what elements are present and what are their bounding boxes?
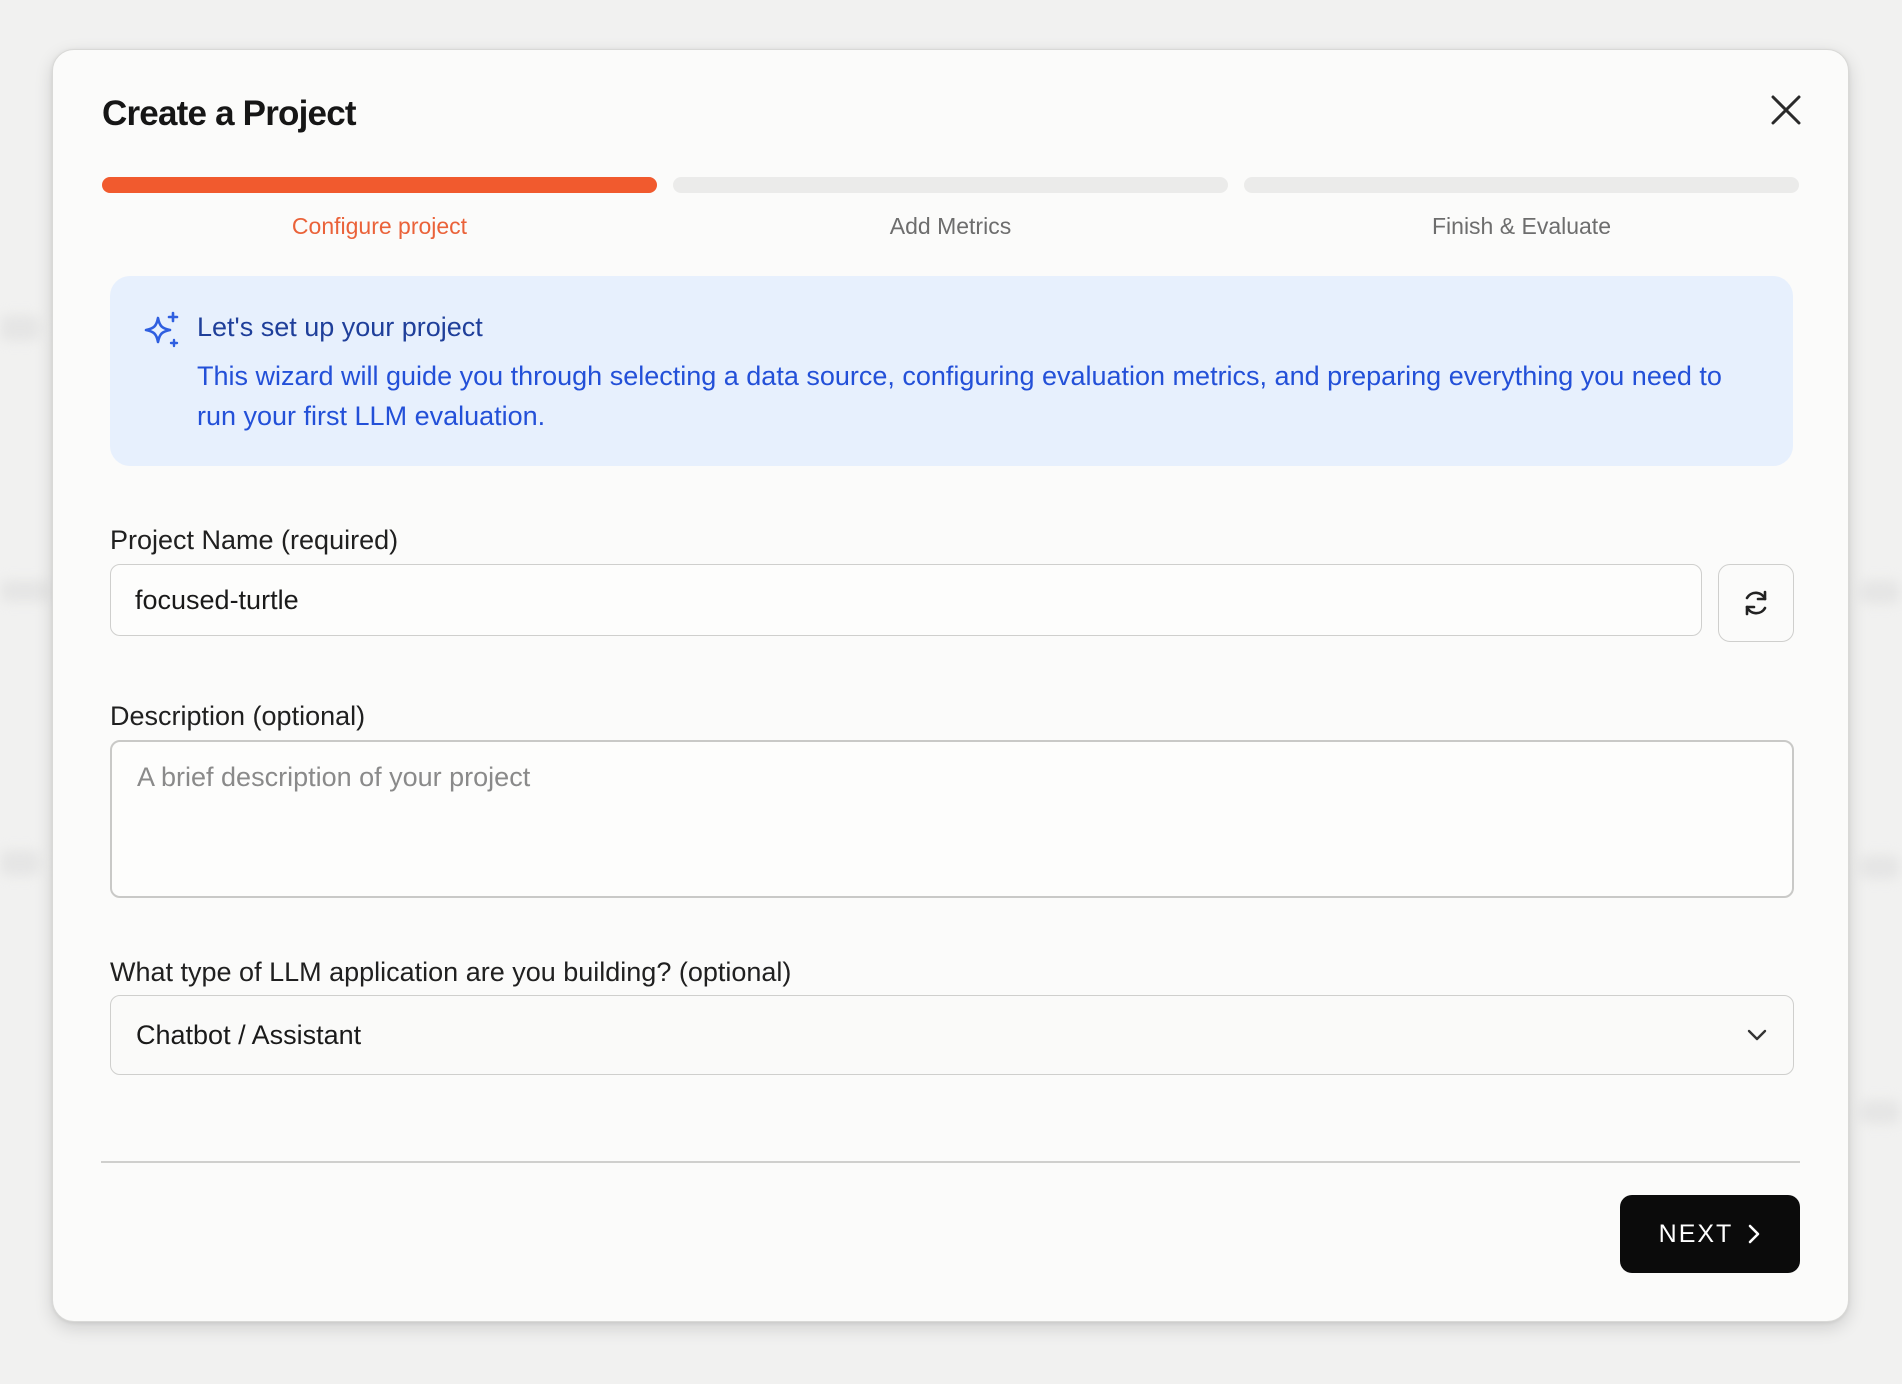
- background-content: [1860, 855, 1900, 879]
- chevron-right-icon: [1749, 1224, 1760, 1244]
- refresh-icon: [1745, 590, 1767, 616]
- progress-stepper: Configure project Add Metrics Finish & E…: [102, 177, 1799, 240]
- step-progress-bar: [1244, 177, 1799, 193]
- footer-divider: [101, 1161, 1800, 1163]
- step-progress-bar: [102, 177, 657, 193]
- info-banner: Let's set up your project This wizard wi…: [110, 276, 1793, 466]
- regenerate-name-button[interactable]: [1718, 564, 1794, 642]
- step-add-metrics: Add Metrics: [673, 177, 1228, 240]
- background-content: [1860, 580, 1900, 604]
- background-content: [0, 315, 40, 341]
- sparkles-icon: [144, 311, 179, 348]
- step-progress-bar: [673, 177, 1228, 193]
- step-finish-evaluate: Finish & Evaluate: [1244, 177, 1799, 240]
- create-project-dialog: Create a Project Configure project Add M…: [52, 49, 1849, 1322]
- info-description: This wizard will guide you through selec…: [197, 361, 1722, 431]
- description-label: Description (optional): [110, 701, 366, 731]
- next-button-label: NEXT: [1658, 1219, 1734, 1248]
- app-type-selected-value: Chatbot / Assistant: [136, 1019, 362, 1050]
- background-content: [0, 580, 50, 602]
- chevron-down-icon: [1747, 1029, 1767, 1041]
- project-name-input[interactable]: [110, 564, 1702, 636]
- next-button[interactable]: NEXT: [1620, 1195, 1800, 1273]
- close-icon: [1771, 95, 1801, 125]
- step-configure-project: Configure project: [102, 177, 657, 240]
- step-label: Configure project: [291, 213, 468, 239]
- project-name-label: Project Name (required): [110, 525, 399, 555]
- background-content: [1860, 1100, 1900, 1124]
- dialog-title: Create a Project: [102, 94, 357, 133]
- info-title: Let's set up your project: [197, 312, 483, 342]
- step-label: Add Metrics: [889, 213, 1012, 239]
- close-button[interactable]: [1762, 86, 1810, 134]
- description-input[interactable]: [110, 740, 1794, 898]
- app-type-select[interactable]: Chatbot / Assistant: [110, 995, 1794, 1075]
- step-label: Finish & Evaluate: [1432, 213, 1611, 239]
- background-content: [0, 850, 40, 876]
- app-type-label: What type of LLM application are you bui…: [110, 957, 792, 987]
